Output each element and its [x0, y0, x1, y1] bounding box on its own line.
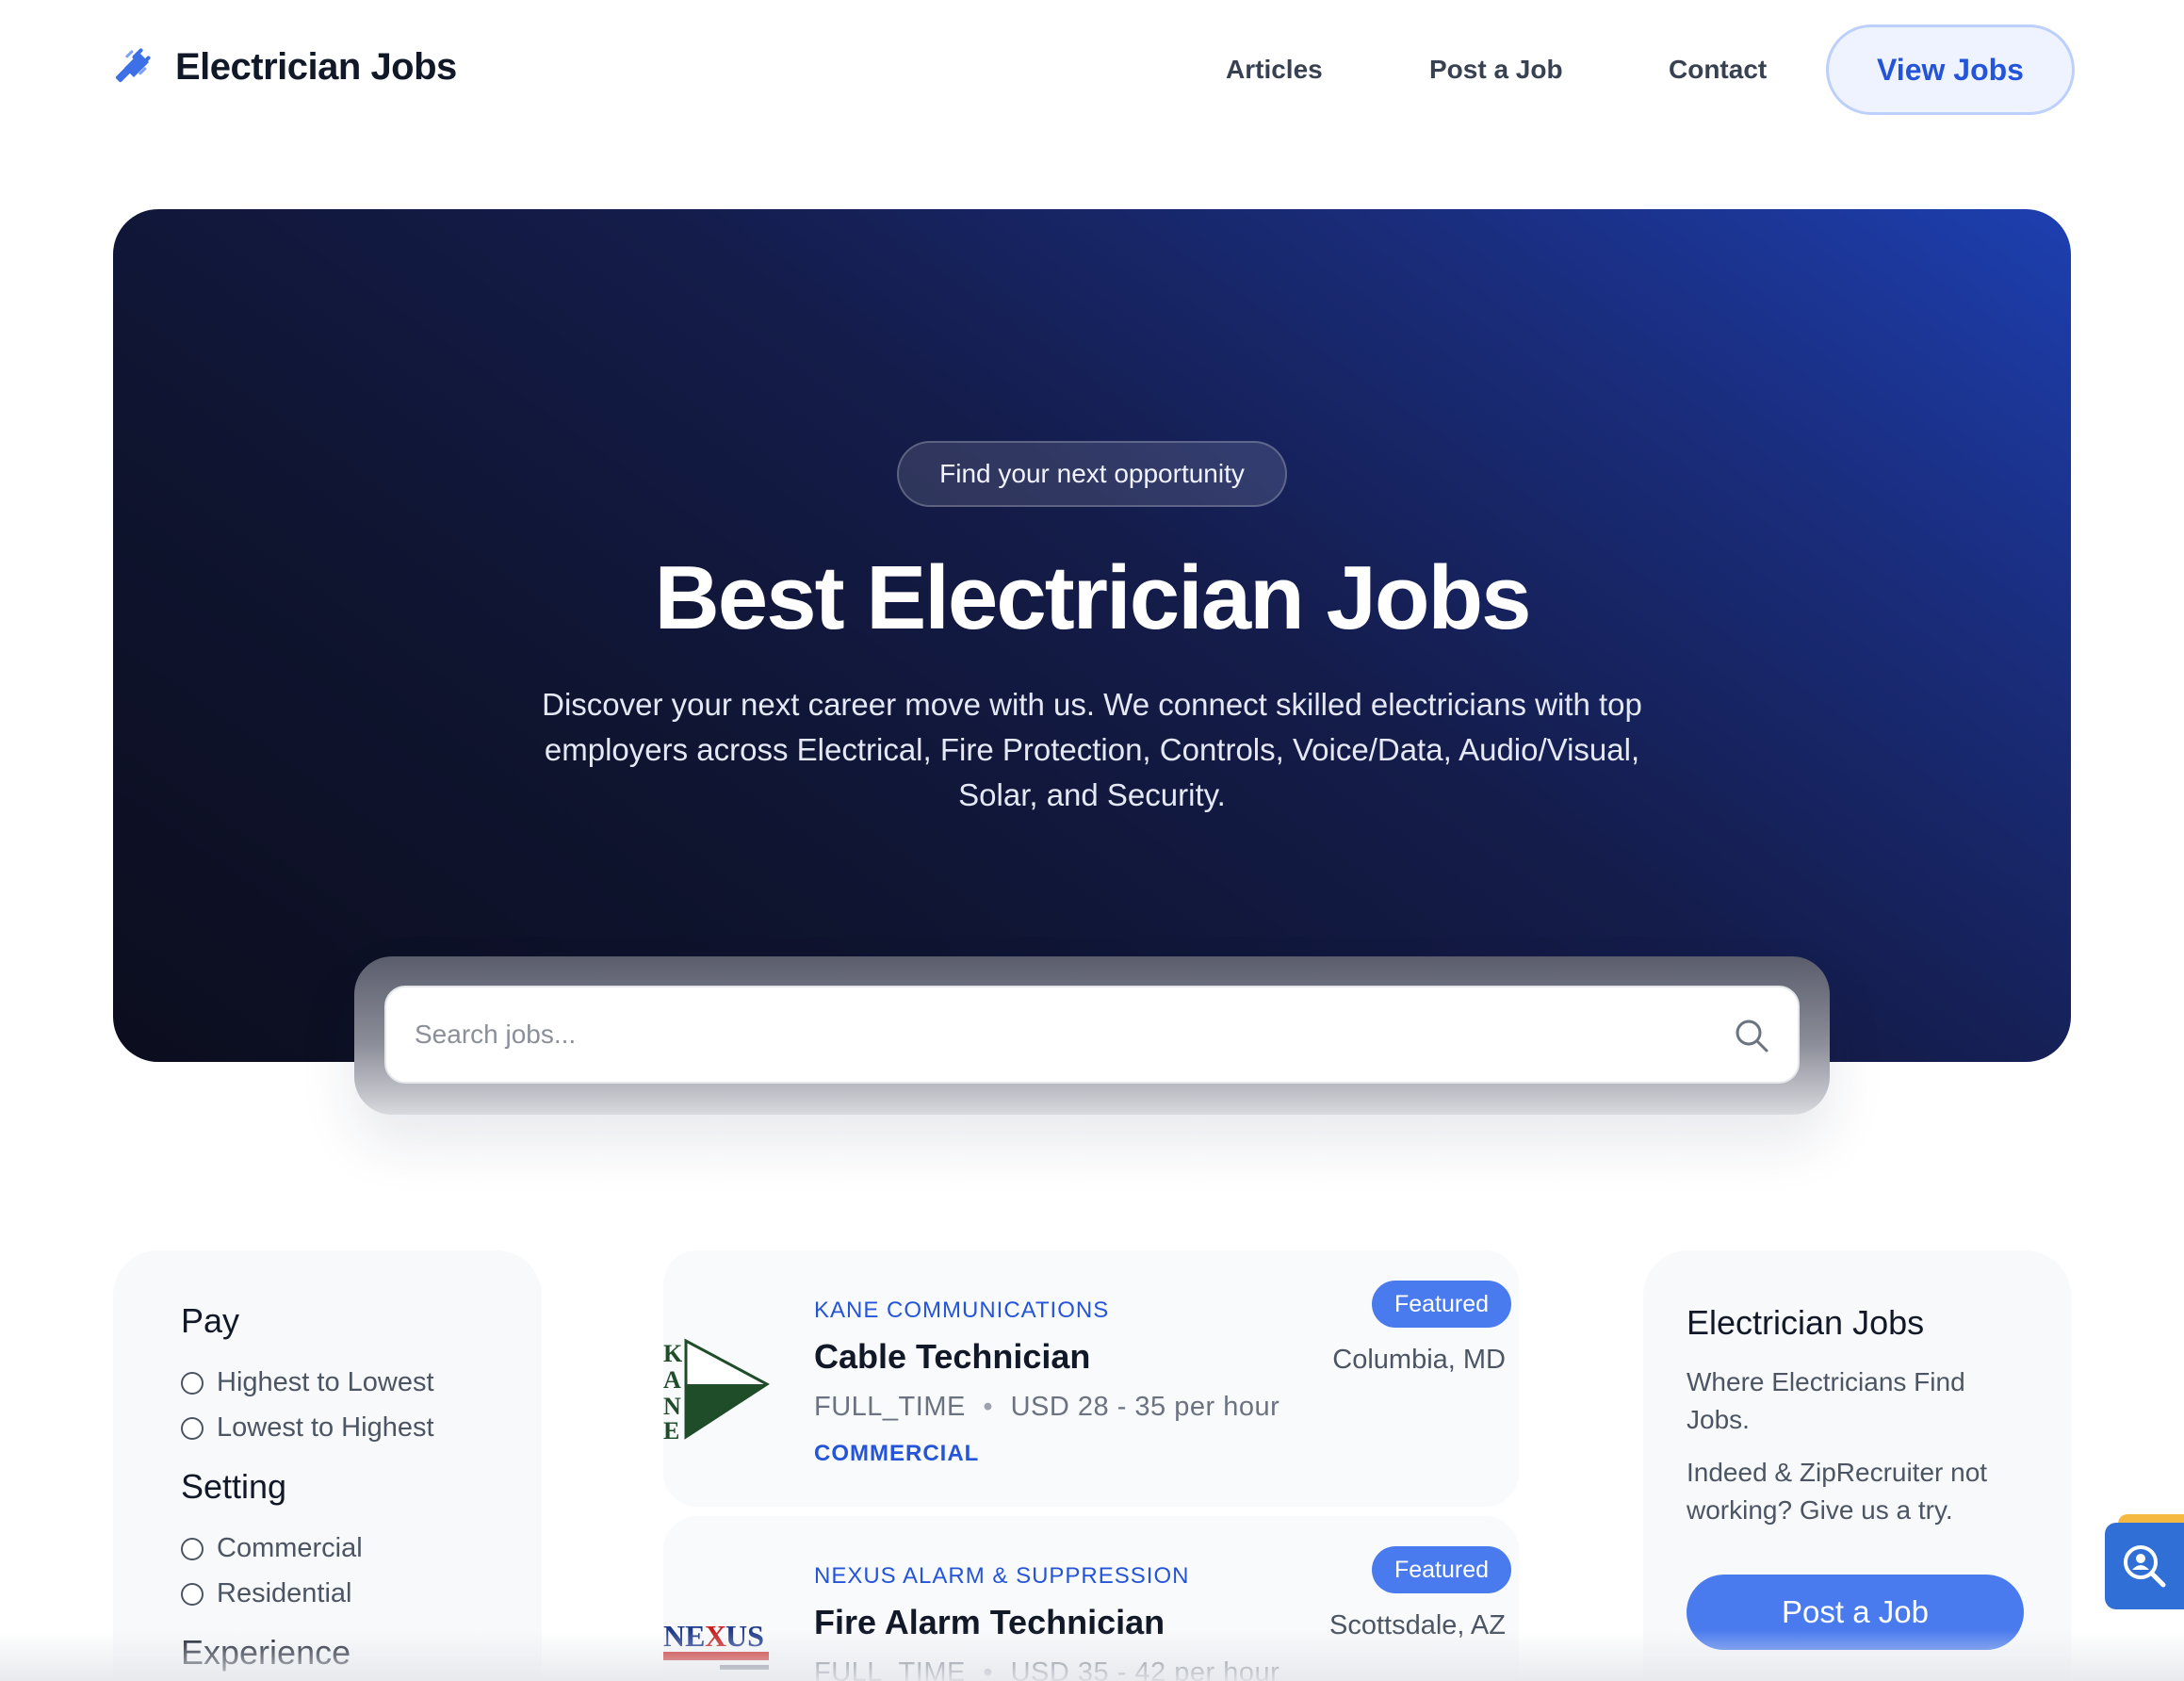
job-meta: FULL_TIME • USD 35 - 42 per hour [814, 1657, 1279, 1681]
filter-setting-residential[interactable]: Residential [181, 1578, 351, 1609]
filter-pay-high-low[interactable]: Highest to Lowest [181, 1367, 434, 1398]
separator-dot: • [983, 1657, 994, 1681]
kane-logo: K A N E [663, 1338, 770, 1444]
person-search-icon [2124, 1545, 2166, 1588]
nav-contact[interactable]: Contact [1669, 55, 1767, 85]
job-search-widget[interactable] [2105, 1523, 2184, 1609]
filters-panel: Pay Highest to Lowest Lowest to Highest … [113, 1250, 542, 1681]
svg-text:K: K [663, 1340, 683, 1367]
search-input[interactable] [415, 987, 1715, 1082]
svg-text:E: E [663, 1417, 679, 1444]
company-name[interactable]: KANE COMMUNICATIONS [814, 1297, 1109, 1324]
filter-heading-experience: Experience [181, 1633, 351, 1672]
svg-text:X: X [705, 1619, 726, 1653]
job-setting: COMMERCIAL [814, 1441, 980, 1466]
job-pay: USD 35 - 42 per hour [1010, 1657, 1280, 1681]
hero-pill: Find your next opportunity [897, 441, 1287, 507]
brand-name: Electrician Jobs [175, 45, 457, 88]
filter-option-label: Lowest to Highest [217, 1412, 434, 1443]
job-location: Scottsdale, AZ [1329, 1610, 1506, 1640]
svg-text:NE: NE [663, 1619, 705, 1653]
search-icon[interactable] [1734, 1018, 1769, 1053]
radio-button[interactable] [181, 1537, 204, 1560]
filter-option-label: Highest to Lowest [217, 1367, 434, 1397]
featured-badge: Featured [1372, 1546, 1511, 1593]
nav-post-a-job[interactable]: Post a Job [1429, 55, 1563, 85]
svg-text:N: N [663, 1393, 681, 1420]
filter-heading-pay: Pay [181, 1301, 240, 1340]
job-pay: USD 28 - 35 per hour [1010, 1392, 1280, 1422]
promo-panel: Electrician Jobs Where Electricians Find… [1643, 1250, 2071, 1681]
hero-title: Best Electrician Jobs [654, 547, 1531, 648]
filter-heading-setting: Setting [181, 1467, 287, 1506]
radio-button[interactable] [181, 1371, 204, 1395]
hero-description: Discover your next career move with us. … [542, 687, 1642, 812]
radio-button[interactable] [181, 1416, 204, 1440]
svg-text:US: US [725, 1619, 764, 1653]
brand-logo[interactable]: Electrician Jobs [111, 45, 457, 89]
job-title[interactable]: Cable Technician [814, 1337, 1090, 1377]
search-box[interactable] [384, 986, 1800, 1084]
promo-tagline: Where Electricians Find Jobs. [1687, 1367, 1965, 1434]
svg-text:A: A [663, 1366, 681, 1394]
filter-option-label: Residential [217, 1578, 352, 1608]
job-location: Columbia, MD [1332, 1345, 1506, 1375]
separator-dot: • [983, 1392, 994, 1422]
filter-option-label: Commercial [217, 1533, 363, 1563]
filter-pay-low-high[interactable]: Lowest to Highest [181, 1412, 434, 1444]
site-header: Electrician Jobs Articles Post a Job Con… [0, 0, 2184, 141]
view-jobs-button[interactable]: View Jobs [1826, 24, 2075, 115]
radio-button[interactable] [181, 1582, 204, 1606]
nexus-logo: NE X US [663, 1619, 769, 1670]
job-card[interactable]: K A N E KANE COMMUNICATIONS Cable Techni… [663, 1250, 1519, 1507]
post-a-job-button[interactable]: Post a Job [1687, 1575, 2024, 1650]
filter-setting-commercial[interactable]: Commercial [181, 1533, 363, 1564]
plug-icon [115, 48, 151, 83]
job-type: FULL_TIME [814, 1657, 966, 1681]
nav-articles[interactable]: Articles [1226, 55, 1323, 85]
job-meta: FULL_TIME • USD 28 - 35 per hour [814, 1392, 1279, 1423]
job-title[interactable]: Fire Alarm Technician [814, 1603, 1165, 1642]
job-type: FULL_TIME [814, 1392, 966, 1422]
featured-badge: Featured [1372, 1281, 1511, 1328]
company-name[interactable]: NEXUS ALARM & SUPPRESSION [814, 1563, 1189, 1590]
promo-title: Electrician Jobs [1687, 1303, 1925, 1342]
job-card[interactable]: NE X US NEXUS ALARM & SUPPRESSION Fire A… [663, 1516, 1519, 1681]
promo-pitch: Indeed & ZipRecruiter not working? Give … [1687, 1458, 1988, 1525]
